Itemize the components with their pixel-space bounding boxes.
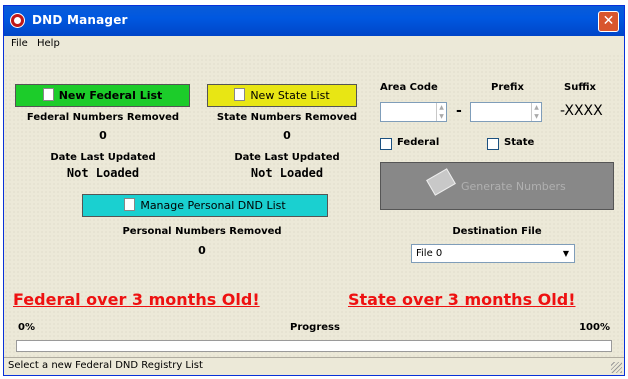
resize-grip-icon[interactable] (611, 362, 622, 373)
app-icon (10, 13, 25, 28)
area-prefix-dash: - (456, 103, 462, 119)
state-warning: State over 3 months Old! (348, 290, 576, 309)
main-panel: New Federal List Federal Numbers Removed… (4, 54, 624, 375)
generate-numbers-button[interactable]: Generate Numbers (380, 162, 614, 210)
title-bar[interactable]: DND Manager ✕ (4, 6, 624, 36)
destination-file-label: Destination File (452, 226, 542, 237)
document-icon (42, 88, 54, 101)
state-removed-value: 0 (283, 129, 291, 142)
new-federal-list-button[interactable]: New Federal List (15, 84, 190, 107)
suffix-label: Suffix (564, 82, 596, 93)
federal-date-value: Not Loaded (66, 166, 140, 180)
destination-file-select[interactable]: File 0 ▼ (411, 244, 575, 263)
manage-personal-dnd-list-label: Manage Personal DND List (140, 199, 286, 212)
status-bar: Select a new Federal DND Registry List (4, 357, 624, 375)
prefix-input[interactable]: ▲ ▼ (470, 102, 542, 122)
federal-checkbox-label: Federal (397, 137, 440, 148)
document-icon (234, 88, 246, 101)
area-code-input[interactable]: ▲ ▼ (380, 102, 447, 122)
menu-help[interactable]: Help (37, 38, 60, 49)
new-state-list-label: New State List (250, 89, 330, 102)
status-text: Select a new Federal DND Registry List (8, 360, 203, 371)
personal-removed-label: Personal Numbers Removed (122, 226, 282, 237)
progress-bar (16, 340, 612, 352)
chevron-down-icon[interactable]: ▼ (558, 245, 574, 262)
menu-file[interactable]: File (11, 38, 28, 49)
personal-removed-value: 0 (198, 244, 206, 257)
close-icon: ✕ (602, 13, 615, 29)
area-code-label: Area Code (380, 82, 438, 93)
prefix-label: Prefix (491, 82, 524, 93)
generate-icon (426, 168, 456, 196)
state-date-label: Date Last Updated (234, 152, 340, 163)
state-removed-label: State Numbers Removed (216, 112, 358, 123)
federal-checkbox[interactable] (380, 138, 392, 150)
federal-warning: Federal over 3 months Old! (13, 290, 260, 309)
new-state-list-button[interactable]: New State List (207, 84, 357, 107)
state-date-value: Not Loaded (250, 166, 324, 180)
menu-bar: File Help (4, 36, 624, 54)
generate-numbers-label: Generate Numbers (461, 180, 566, 193)
federal-date-label: Date Last Updated (50, 152, 156, 163)
dnd-manager-window: DND Manager ✕ File Help New Federal List… (3, 5, 625, 376)
state-checkbox[interactable] (487, 138, 499, 150)
window-title: DND Manager (32, 13, 128, 27)
suffix-value: -XXXX (560, 103, 603, 119)
federal-removed-label: Federal Numbers Removed (26, 112, 180, 123)
progress-label: Progress (290, 322, 340, 333)
spinner-arrows-icon[interactable]: ▲ ▼ (531, 103, 541, 121)
manage-personal-dnd-list-button[interactable]: Manage Personal DND List (82, 194, 328, 217)
new-federal-list-label: New Federal List (58, 89, 163, 102)
progress-max-label: 100% (579, 322, 610, 333)
destination-file-value: File 0 (416, 248, 443, 259)
spinner-arrows-icon[interactable]: ▲ ▼ (436, 103, 446, 121)
document-icon (124, 198, 136, 211)
federal-removed-value: 0 (99, 129, 107, 142)
state-checkbox-label: State (504, 137, 535, 148)
close-button[interactable]: ✕ (598, 11, 619, 32)
